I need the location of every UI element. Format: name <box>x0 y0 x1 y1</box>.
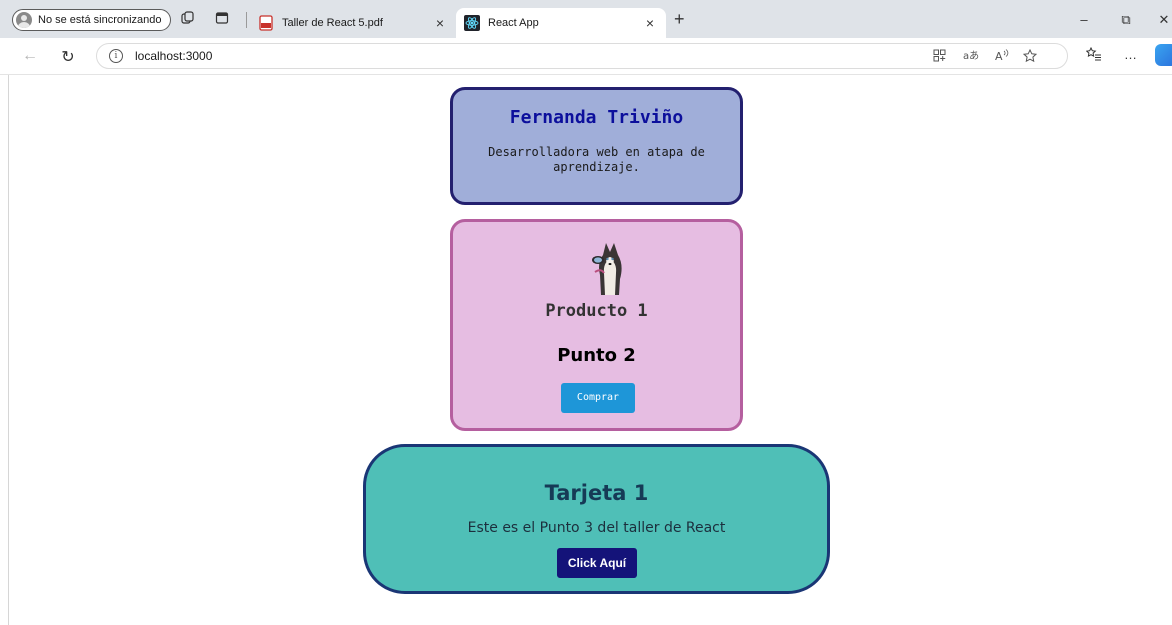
site-info-icon[interactable]: i <box>109 49 123 63</box>
back-icon[interactable]: ← <box>20 47 40 65</box>
profile-description: Desarrolladora web en atapa de aprendiza… <box>488 145 705 174</box>
restore-icon[interactable]: ⧉ <box>1118 12 1134 28</box>
new-tab-icon[interactable]: + <box>674 10 685 28</box>
profile-sync-label: No se está sincronizando <box>38 14 162 26</box>
comprar-button[interactable]: Comprar <box>561 383 635 413</box>
address-url[interactable]: localhost:3000 <box>135 49 212 63</box>
tab-title: React App <box>488 17 539 29</box>
tarjeta-text: Este es el Punto 3 del taller de React <box>467 520 726 536</box>
more-options-icon[interactable]: … <box>1124 47 1137 62</box>
address-bar[interactable]: i localhost:3000 aあ A <box>96 43 1068 69</box>
close-window-icon[interactable]: ✕ <box>1156 12 1172 28</box>
react-icon <box>464 15 480 31</box>
workspaces-icon[interactable] <box>180 11 196 27</box>
husky-dog-image <box>589 239 631 295</box>
product-card: Producto 1 Punto 2 Comprar <box>450 219 743 431</box>
minimize-icon[interactable]: – <box>1076 12 1092 27</box>
svg-text:aあ: aあ <box>963 50 979 62</box>
app-available-icon[interactable] <box>933 49 946 65</box>
tab-pdf[interactable]: Taller de React 5.pdf × <box>250 8 456 38</box>
refresh-icon[interactable]: ↻ <box>58 47 78 67</box>
close-tab-icon[interactable]: × <box>432 15 448 31</box>
avatar-icon <box>16 12 32 28</box>
svg-text:A: A <box>995 50 1003 62</box>
product-title: Producto 1 <box>545 301 648 321</box>
copilot-icon[interactable] <box>1155 44 1172 66</box>
browser-tab-strip: No se está sincronizando Taller de React… <box>0 0 1172 38</box>
click-aqui-button[interactable]: Click Aquí <box>557 548 637 578</box>
tarjeta-title: Tarjeta 1 <box>544 481 649 505</box>
read-aloud-icon[interactable]: A <box>995 49 1009 65</box>
profile-button[interactable]: No se está sincronizando <box>12 9 171 31</box>
tab-actions-icon[interactable] <box>214 11 230 27</box>
tab-react-app[interactable]: React App × <box>456 8 666 38</box>
tarjeta-card: Tarjeta 1 Este es el Punto 3 del taller … <box>363 444 830 594</box>
tab-separator <box>246 12 247 28</box>
browser-toolbar: ← ↻ i localhost:3000 aあ A … <box>0 38 1172 75</box>
favorites-icon[interactable] <box>1085 46 1101 64</box>
product-subtitle: Punto 2 <box>557 345 636 366</box>
pdf-icon <box>258 15 274 31</box>
tab-title: Taller de React 5.pdf <box>282 17 383 29</box>
profile-card: Fernanda Triviño Desarrolladora web en a… <box>450 87 743 205</box>
translate-icon[interactable]: aあ <box>963 49 979 65</box>
profile-name: Fernanda Triviño <box>509 107 684 128</box>
favorite-star-icon[interactable] <box>1022 48 1038 66</box>
close-tab-icon[interactable]: × <box>642 15 658 31</box>
